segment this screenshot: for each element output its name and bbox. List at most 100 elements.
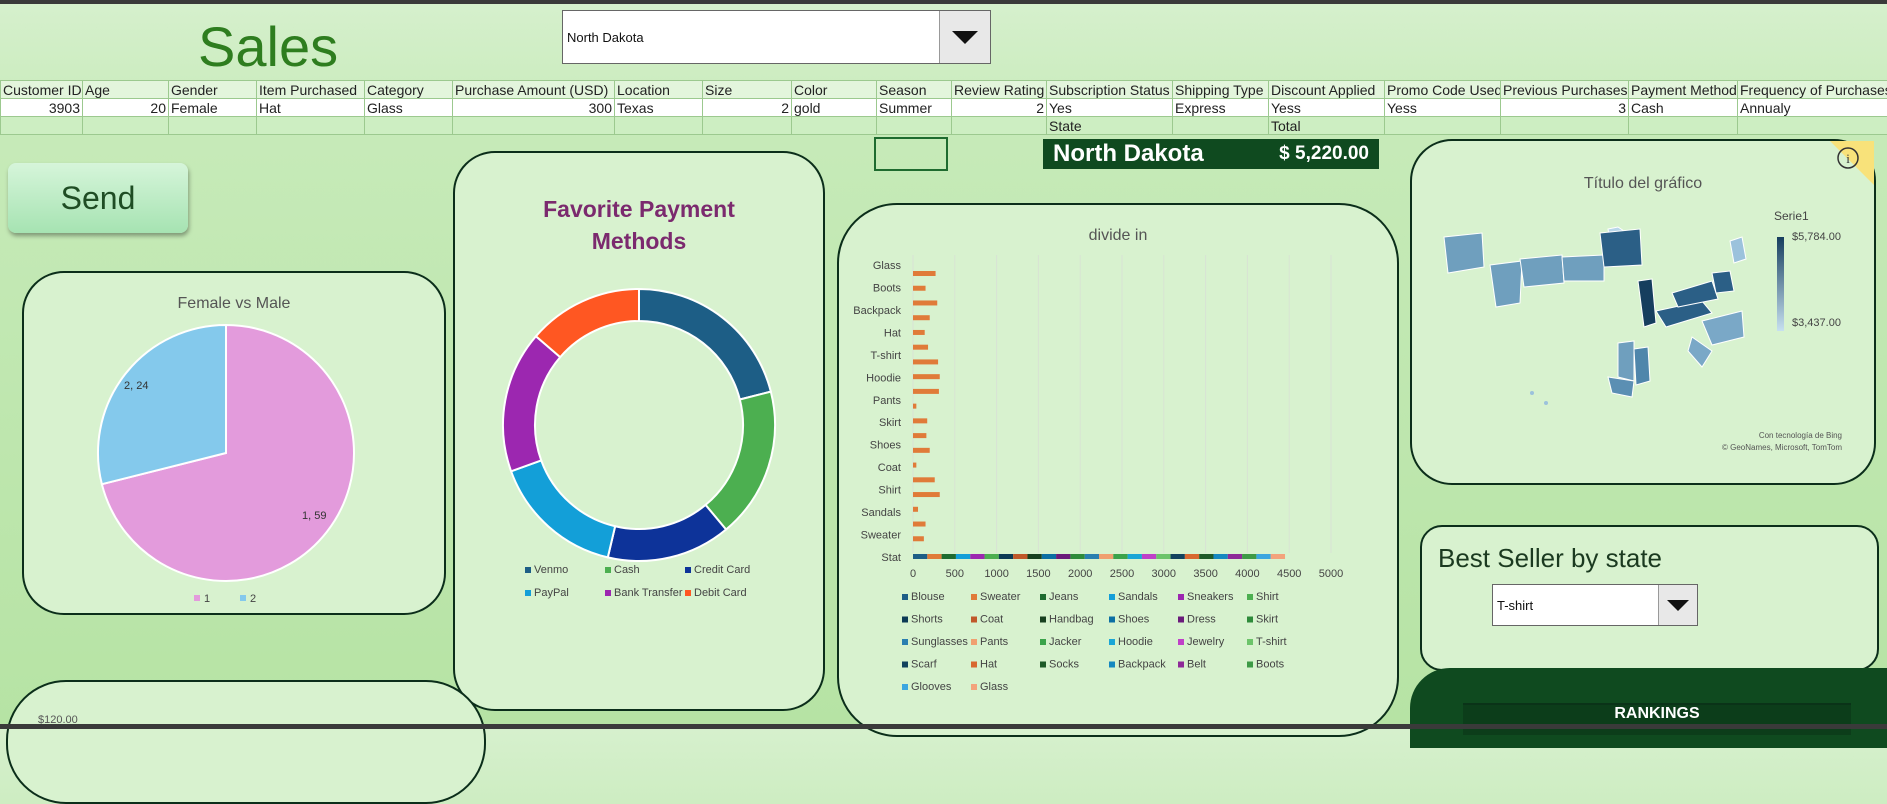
total-label-cell[interactable]: Total: [1269, 117, 1385, 135]
legend-swatch: [1178, 639, 1184, 645]
x-tick-label: 5000: [1319, 568, 1343, 580]
state-shape: [1600, 229, 1642, 267]
header-cell[interactable]: Season: [877, 81, 952, 99]
stat-bar-segment: [1271, 554, 1285, 559]
header-cell[interactable]: Review Rating: [952, 81, 1047, 99]
legend-label: Shirt: [1256, 591, 1279, 603]
empty-cell[interactable]: [83, 117, 169, 135]
selected-cell[interactable]: [874, 137, 948, 171]
header-cell[interactable]: Color: [792, 81, 877, 99]
payment-chart-panel: Favorite Payment Methods VenmoCashCredit…: [453, 151, 825, 711]
header-cell[interactable]: Purchase Amount (USD): [453, 81, 615, 99]
best-seller-title: Best Seller by state: [1438, 543, 1662, 574]
value-cell[interactable]: Annualy: [1738, 99, 1887, 117]
value-cell[interactable]: 20: [83, 99, 169, 117]
value-cell[interactable]: Yess: [1385, 99, 1501, 117]
y-tick-label: Sweater: [861, 530, 902, 542]
dropdown-arrow-button[interactable]: [939, 11, 990, 63]
legend-swatch: [1109, 594, 1115, 600]
state-shape: [1712, 271, 1734, 293]
legend-label: Glass: [980, 681, 1009, 693]
empty-cell[interactable]: [1, 117, 83, 135]
empty-cell[interactable]: [792, 117, 877, 135]
legend-swatch: [1178, 662, 1184, 668]
header-cell[interactable]: Location: [615, 81, 703, 99]
header-cell[interactable]: Category: [365, 81, 453, 99]
x-tick-label: 3500: [1193, 568, 1217, 580]
legend-label: Debit Card: [694, 587, 747, 599]
empty-cell[interactable]: [169, 117, 257, 135]
empty-cell[interactable]: [703, 117, 792, 135]
value-cell[interactable]: Express: [1173, 99, 1269, 117]
header-cell[interactable]: Payment Method: [1629, 81, 1738, 99]
empty-cell[interactable]: [257, 117, 365, 135]
legend-swatch: [971, 662, 977, 668]
value-cell[interactable]: Hat: [257, 99, 365, 117]
map-chart-panel: Título del gráfico i: [1410, 139, 1876, 485]
empty-cell[interactable]: [877, 117, 952, 135]
header-cell[interactable]: Subscription Status: [1047, 81, 1173, 99]
y-tick-label: Skirt: [879, 417, 901, 429]
value-cell[interactable]: 2: [952, 99, 1047, 117]
value-cell[interactable]: Texas: [615, 99, 703, 117]
header-cell[interactable]: Discount Applied: [1269, 81, 1385, 99]
header-cell[interactable]: Gender: [169, 81, 257, 99]
value-cell[interactable]: Summer: [877, 99, 952, 117]
bar: [913, 433, 926, 438]
stat-bar-segment: [999, 554, 1013, 559]
state-shape: [1672, 281, 1718, 307]
empty-cell[interactable]: [1738, 117, 1887, 135]
legend-swatch: [902, 639, 908, 645]
legend-label: Belt: [1187, 659, 1206, 671]
value-cell[interactable]: Female: [169, 99, 257, 117]
empty-cell[interactable]: [365, 117, 453, 135]
value-cell[interactable]: gold: [792, 99, 877, 117]
state-label-cell[interactable]: State: [1047, 117, 1173, 135]
empty-cell[interactable]: [1385, 117, 1501, 135]
y-tick-label: Boots: [873, 282, 902, 294]
header-cell[interactable]: Size: [703, 81, 792, 99]
legend-label: Scarf: [911, 659, 938, 671]
state-shape: [1730, 237, 1746, 263]
value-cell[interactable]: Yess: [1269, 99, 1385, 117]
value-cell[interactable]: 300: [453, 99, 615, 117]
best-seller-dropdown[interactable]: T-shirt: [1492, 584, 1698, 626]
legend-swatch: [971, 594, 977, 600]
value-cell[interactable]: 3903: [1, 99, 83, 117]
header-cell[interactable]: Item Purchased: [257, 81, 365, 99]
state-dropdown[interactable]: North Dakota: [562, 10, 991, 64]
header-cell[interactable]: Age: [83, 81, 169, 99]
legend-label: Bank Transfer: [614, 587, 683, 599]
send-button[interactable]: Send: [8, 163, 188, 233]
empty-cell[interactable]: [1501, 117, 1629, 135]
x-tick-label: 0: [910, 568, 916, 580]
value-cell[interactable]: 3: [1501, 99, 1629, 117]
header-cell[interactable]: Customer ID: [1, 81, 83, 99]
data-sheet: Customer ID Age Gender Item Purchased Ca…: [0, 80, 1887, 135]
header-cell[interactable]: Frequency of Purchases: [1738, 81, 1887, 99]
header-cell[interactable]: Previous Purchases: [1501, 81, 1629, 99]
empty-cell[interactable]: [453, 117, 615, 135]
header-cell[interactable]: Shipping Type: [1173, 81, 1269, 99]
stat-bar-segment: [970, 554, 984, 559]
legend-swatch: [525, 590, 531, 596]
header-cell[interactable]: Promo Code Used: [1385, 81, 1501, 99]
dropdown-arrow-button[interactable]: [1658, 585, 1697, 625]
y-tick-label: Hat: [884, 327, 901, 339]
legend-label: Boots: [1256, 659, 1285, 671]
empty-cell[interactable]: [1173, 117, 1269, 135]
value-cell[interactable]: Yes: [1047, 99, 1173, 117]
payment-donut-chart: VenmoCashCredit CardPayPalBank TransferD…: [455, 153, 823, 709]
y-tick-label: Shoes: [870, 440, 902, 452]
value-cell[interactable]: 2: [703, 99, 792, 117]
empty-cell[interactable]: [615, 117, 703, 135]
y-tick-label: Pants: [873, 395, 902, 407]
value-cell[interactable]: Cash: [1629, 99, 1738, 117]
donut-slice: [503, 336, 560, 471]
value-cell[interactable]: Glass: [365, 99, 453, 117]
empty-cell[interactable]: [952, 117, 1047, 135]
empty-cell[interactable]: [1629, 117, 1738, 135]
stat-bar-segment: [1171, 554, 1185, 559]
rankings-title: RANKINGS: [1463, 703, 1851, 735]
bar: [913, 477, 935, 482]
